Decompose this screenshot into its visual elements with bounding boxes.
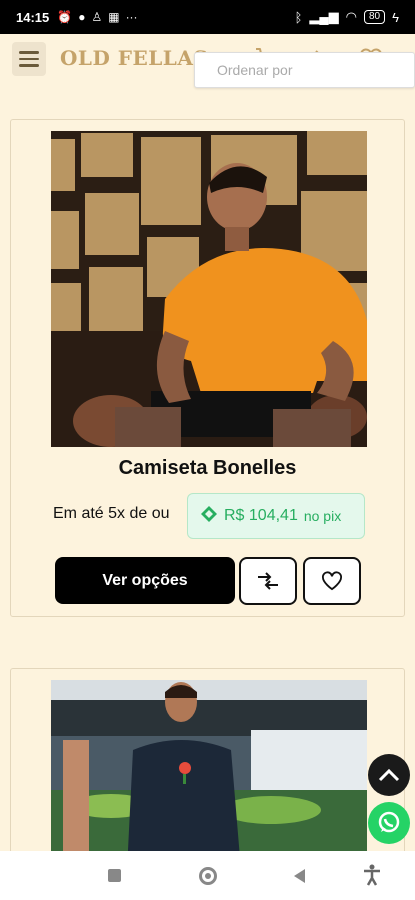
status-bar: 14:15 ⏰ ● ♙ ▦ ··· ᛒ ▂▄▆ ◠ 80 ϟ [0,0,415,34]
sort-placeholder: Ordenar por [217,62,293,78]
whatsapp-button[interactable] [368,802,410,844]
compare-icon [258,572,278,590]
status-notification-icons: ⏰ ● ♙ ▦ ··· [57,10,137,24]
pix-price-badge: R$ 104,41 no pix [187,493,365,539]
scroll-top-button[interactable] [368,754,410,796]
home-icon[interactable] [199,867,217,885]
chat-icon: ● [78,10,86,24]
product-name[interactable]: Camiseta Bonelles [11,457,404,480]
status-time: 14:15 [16,9,50,25]
accessibility-icon[interactable] [362,864,382,891]
installment-text: Em até 5x de ou [53,505,170,522]
view-options-button[interactable]: Ver opções [55,557,235,604]
wishlist-button[interactable] [303,557,361,605]
alarm-icon: ⏰ [57,10,73,24]
whatsapp-icon [378,811,400,833]
pix-icon [200,505,218,528]
battery-icon: 80 [363,10,386,24]
user-icon: ♙ [91,10,103,24]
bluetooth-icon: ᛒ [294,9,303,25]
product-image[interactable] [51,680,367,870]
product-card [10,668,405,870]
sort-select[interactable]: Ordenar por [194,52,415,88]
more-icon: ··· [125,10,138,24]
product-image[interactable] [51,131,367,447]
back-icon[interactable] [294,869,305,883]
pix-label: no pix [303,508,342,524]
signal-icon: ▂▄▆ [309,9,339,24]
status-system-icons: ᛒ ▂▄▆ ◠ 80 ϟ [295,9,399,25]
logo[interactable]: OLD FELLAS [60,46,208,70]
recents-icon[interactable] [108,869,121,882]
product-card: Camiseta Bonelles Em até 5x de ou R$ 104… [10,119,405,617]
wifi-icon: ◠ [345,9,357,24]
compare-button[interactable] [239,557,297,605]
chevron-up-icon [378,768,400,782]
android-nav-bar [0,851,415,900]
qr-icon: ▦ [108,10,120,24]
charging-icon: ϟ [392,9,399,25]
pix-price: R$ 104,41 [224,507,298,524]
heart-icon [322,571,342,591]
menu-icon[interactable] [12,42,46,76]
